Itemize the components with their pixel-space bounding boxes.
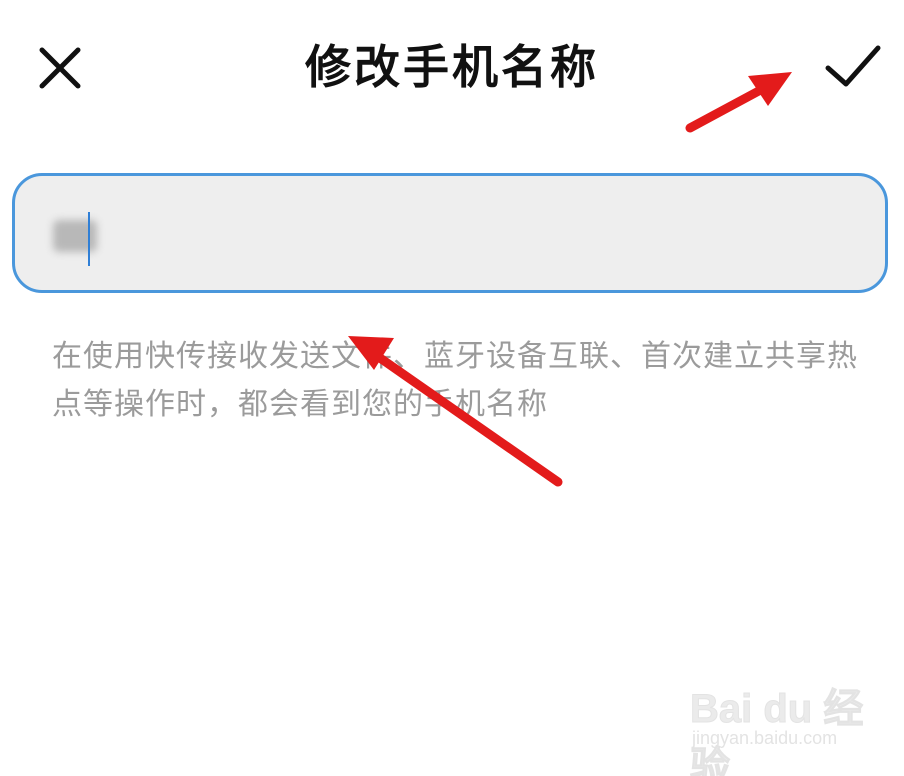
- page-title: 修改手机名称: [305, 40, 599, 94]
- phone-name-input[interactable]: [12, 173, 888, 293]
- text-caret: [88, 212, 90, 266]
- baidu-jingyan-watermark: Bai du 经验 jingyan.baidu.com: [690, 676, 870, 776]
- confirm-button[interactable]: [818, 38, 888, 98]
- input-value-blurred: [53, 220, 97, 252]
- watermark-url: jingyan.baidu.com: [692, 728, 838, 748]
- check-icon: [825, 45, 881, 87]
- rename-phone-screen: 修改手机名称 在使用快传接收发送文件、蓝牙设备互联、首次建立共享热点等操作时，都…: [0, 0, 904, 776]
- hint-text: 在使用快传接收发送文件、蓝牙设备互联、首次建立共享热点等操作时，都会看到您的手机…: [52, 339, 858, 422]
- watermark-logo: Bai du 经验: [690, 687, 864, 776]
